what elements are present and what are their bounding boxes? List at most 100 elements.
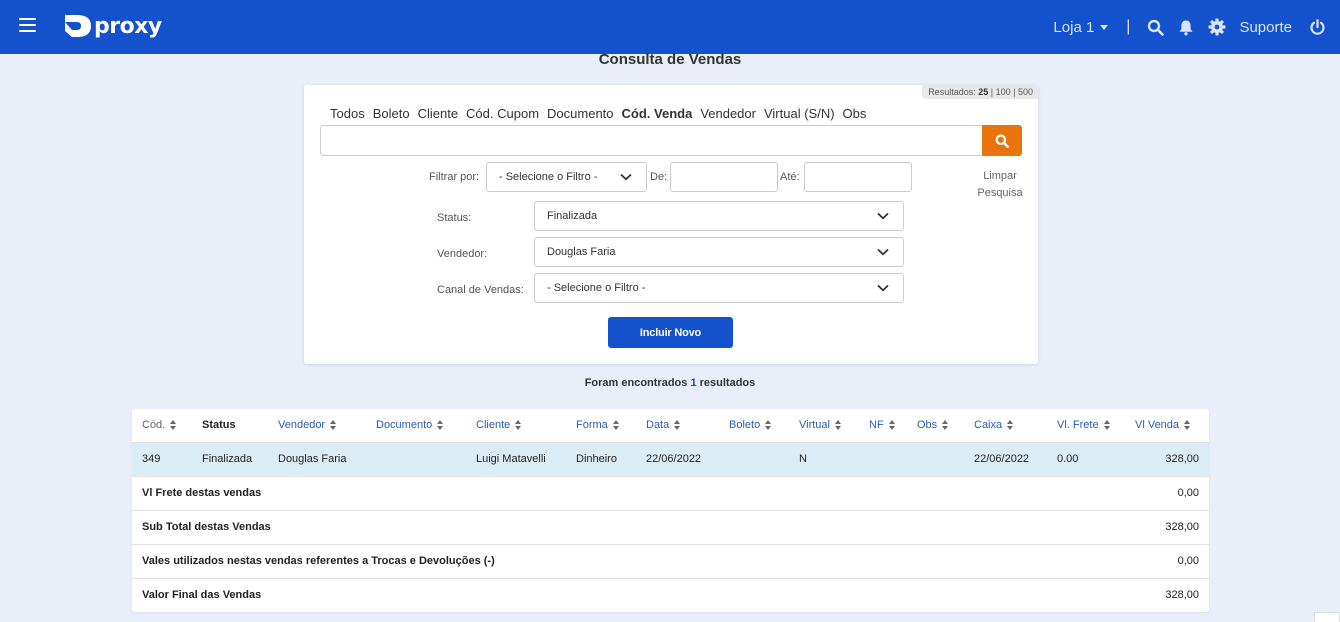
sort-icon bbox=[674, 420, 681, 430]
sort-icon bbox=[1103, 420, 1111, 430]
results-found-text: Foram encontrados 1 resultados bbox=[0, 377, 1340, 389]
search-button[interactable] bbox=[982, 125, 1022, 156]
column-header-forma[interactable]: Forma bbox=[576, 419, 620, 431]
column-header-cod[interactable]: Cód. bbox=[142, 419, 177, 431]
column-header-virtual[interactable]: Virtual bbox=[799, 419, 842, 431]
sort-icon bbox=[612, 420, 620, 430]
found-suffix: resultados bbox=[699, 377, 756, 389]
sort-icon bbox=[834, 420, 842, 430]
tab-obs[interactable]: Obs bbox=[843, 106, 867, 121]
results-label: Resultados: bbox=[928, 87, 976, 97]
column-header-vendedor[interactable]: Vendedor bbox=[278, 419, 337, 431]
cell-caixa: 22/06/2022 bbox=[974, 453, 1030, 465]
seller-label: Vendedor: bbox=[437, 248, 488, 260]
chevron-down-icon bbox=[620, 173, 632, 181]
to-label: Até: bbox=[780, 171, 800, 183]
column-header-boleto[interactable]: Boleto bbox=[729, 419, 772, 431]
summary-value: 0,00 bbox=[1177, 487, 1199, 499]
to-date-input[interactable] bbox=[804, 162, 912, 192]
tab-todos[interactable]: Todos bbox=[330, 106, 365, 121]
chevron-down-icon bbox=[877, 248, 889, 256]
store-selector[interactable]: Loja 1 bbox=[1053, 18, 1109, 36]
sort-icon bbox=[765, 420, 772, 430]
store-label: Loja 1 bbox=[1053, 18, 1095, 36]
tab-virtual[interactable]: Virtual (S/N) bbox=[764, 106, 835, 121]
cell-vendedor: Douglas Faria bbox=[278, 453, 347, 465]
status-select[interactable]: Finalizada bbox=[534, 201, 904, 231]
sort-icon bbox=[888, 420, 896, 430]
column-header-caixa[interactable]: Caixa bbox=[974, 419, 1014, 431]
search-icon bbox=[995, 134, 1009, 148]
sort-icon bbox=[170, 420, 177, 430]
sales-table: Cód. Status Vendedor Documento Cliente F… bbox=[132, 409, 1209, 612]
filter-by-label: Filtrar por: bbox=[429, 171, 480, 183]
seller-select[interactable]: Douglas Faria bbox=[534, 237, 904, 267]
cell-forma: Dinheiro bbox=[576, 453, 617, 465]
column-header-vl-venda[interactable]: Vl Venda bbox=[1135, 419, 1191, 431]
menu-icon[interactable] bbox=[19, 18, 36, 32]
summary-row-final: Valor Final das Vendas 328,00 bbox=[132, 579, 1209, 613]
summary-label: Vales utilizados nestas vendas referente… bbox=[142, 555, 495, 567]
column-header-cliente[interactable]: Cliente bbox=[476, 419, 522, 431]
search-icon[interactable] bbox=[1146, 18, 1164, 36]
bell-icon[interactable] bbox=[1177, 18, 1195, 36]
clear-search-link[interactable]: Limpar Pesquisa bbox=[972, 168, 1028, 202]
summary-value: 0,00 bbox=[1177, 555, 1199, 567]
channel-select[interactable]: - Selecione o Filtro - bbox=[534, 273, 904, 303]
sort-icon bbox=[1184, 420, 1191, 430]
channel-value: - Selecione o Filtro - bbox=[547, 282, 646, 294]
cell-vl-frete: 0.00 bbox=[1057, 453, 1079, 465]
from-date-input[interactable] bbox=[670, 162, 778, 192]
app-logo[interactable]: proxy bbox=[63, 12, 162, 40]
tab-vendedor[interactable]: Vendedor bbox=[700, 106, 756, 121]
summary-label: Valor Final das Vendas bbox=[142, 589, 262, 601]
power-icon[interactable] bbox=[1308, 18, 1326, 36]
support-link[interactable]: Suporte bbox=[1239, 19, 1292, 36]
column-header-obs[interactable]: Obs bbox=[917, 419, 949, 431]
cell-data: 22/06/2022 bbox=[646, 453, 702, 465]
found-prefix: Foram encontrados bbox=[584, 377, 688, 389]
cell-status: Finalizada bbox=[202, 453, 253, 465]
tab-cod-venda[interactable]: Cód. Venda bbox=[622, 106, 693, 121]
column-header-data[interactable]: Data bbox=[646, 419, 681, 431]
table-row[interactable]: 349 Finalizada Douglas Faria Luigi Matav… bbox=[132, 443, 1209, 477]
filter-by-select[interactable]: - Selecione o Filtro - bbox=[486, 162, 647, 192]
sort-icon bbox=[330, 420, 337, 430]
tab-cod-cupom[interactable]: Cód. Cupom bbox=[466, 106, 539, 121]
column-header-nf[interactable]: NF bbox=[869, 419, 896, 431]
channel-label: Canal de Vendas: bbox=[437, 284, 524, 296]
tab-cliente[interactable]: Cliente bbox=[418, 106, 458, 121]
summary-value: 328,00 bbox=[1165, 589, 1199, 601]
results-option-100[interactable]: 100 bbox=[996, 87, 1011, 97]
gear-icon[interactable] bbox=[1208, 18, 1226, 36]
summary-label: Sub Total destas Vendas bbox=[142, 521, 271, 533]
proxy-logo-icon bbox=[65, 15, 91, 37]
sort-icon bbox=[437, 420, 444, 430]
add-new-button[interactable]: Incluir Novo bbox=[608, 317, 733, 348]
summary-value: 328,00 bbox=[1165, 521, 1199, 533]
sort-icon bbox=[942, 420, 949, 430]
seller-value: Douglas Faria bbox=[547, 246, 616, 258]
caret-down-icon bbox=[1100, 24, 1109, 30]
cell-cliente: Luigi Matavelli bbox=[476, 453, 546, 465]
results-option-500[interactable]: 500 bbox=[1018, 87, 1033, 97]
summary-row-vales: Vales utilizados nestas vendas referente… bbox=[132, 545, 1209, 579]
column-header-vl-frete[interactable]: Vl. Frete bbox=[1057, 419, 1111, 431]
logo-text: proxy bbox=[94, 13, 162, 39]
cell-virtual: N bbox=[799, 453, 807, 465]
tab-boleto[interactable]: Boleto bbox=[373, 106, 410, 121]
results-option-25[interactable]: 25 bbox=[978, 87, 988, 97]
floating-widget-tab[interactable] bbox=[1314, 612, 1340, 622]
search-input[interactable] bbox=[320, 125, 983, 156]
tab-documento[interactable]: Documento bbox=[547, 106, 613, 121]
filter-by-value: - Selecione o Filtro - bbox=[499, 171, 598, 183]
status-label: Status: bbox=[437, 212, 472, 224]
search-card: Resultados: 25 | 100 | 500 Todos Boleto … bbox=[304, 85, 1038, 364]
from-label: De: bbox=[650, 171, 668, 183]
column-header-documento[interactable]: Documento bbox=[376, 419, 444, 431]
cell-vl-venda: 328,00 bbox=[1165, 453, 1199, 465]
sort-icon bbox=[1007, 420, 1014, 430]
found-count: 1 bbox=[690, 377, 697, 389]
table-header: Cód. Status Vendedor Documento Cliente F… bbox=[132, 409, 1209, 443]
results-per-page: Resultados: 25 | 100 | 500 bbox=[922, 85, 1038, 99]
